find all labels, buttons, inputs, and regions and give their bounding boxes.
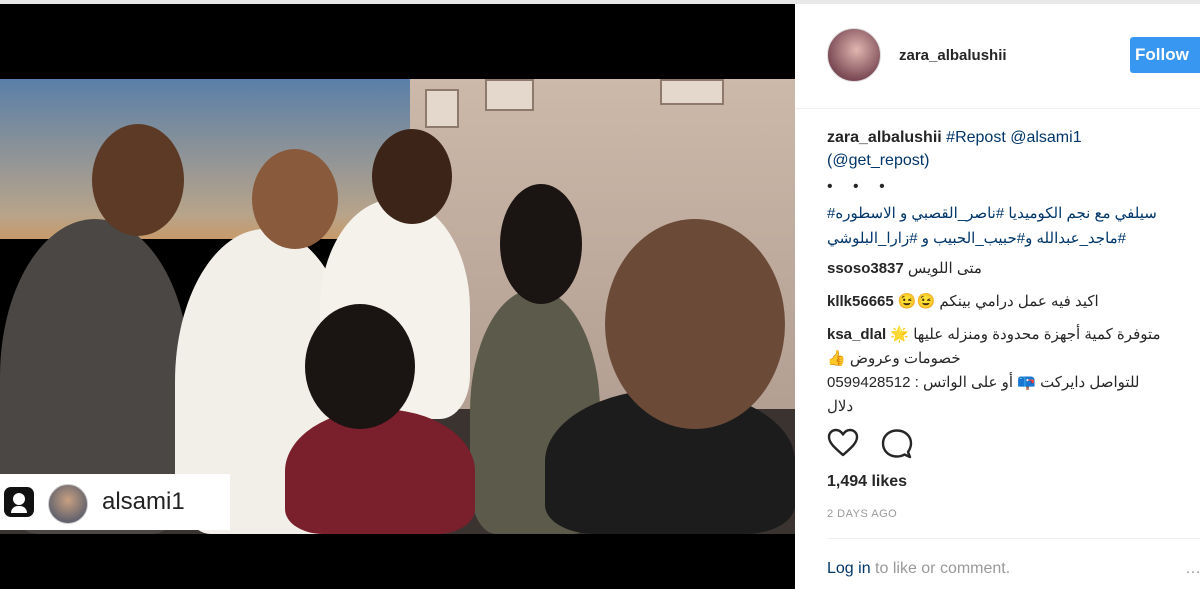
comment-text: اكيد فيه عمل درامي بينكم 😉😉 xyxy=(897,293,1099,310)
post-photo xyxy=(0,79,795,534)
comment-row: ssoso3837 متى اللويس xyxy=(827,258,1177,280)
caption-dots: • • • xyxy=(827,178,893,195)
user-square-icon xyxy=(4,487,34,517)
post-username[interactable]: zara_albalushii xyxy=(899,47,1007,64)
caption: zara_albalushii #Repost @alsami1 (@get_r… xyxy=(827,126,1177,172)
comment-text: للتواصل دايركت 📪 أو على الواتس : 0599428… xyxy=(827,374,1140,391)
comment-row: ksa_dlal متوفرة كمية أجهزة محدودة ومنزله… xyxy=(827,324,1177,346)
avatar[interactable] xyxy=(827,28,881,82)
heart-icon[interactable] xyxy=(827,428,859,458)
repost-username: alsami1 xyxy=(102,488,185,515)
comment-username[interactable]: ssoso3837 xyxy=(827,260,904,277)
more-options-icon[interactable]: … xyxy=(1185,560,1200,578)
comment-text: دلال xyxy=(827,398,854,415)
post-timestamp[interactable]: 2 DAYS AGO xyxy=(827,508,897,520)
divider xyxy=(827,538,1200,539)
comment-text: متى اللويس xyxy=(907,260,982,277)
post-photo-panel[interactable]: alsami1 xyxy=(0,4,795,589)
follow-button[interactable]: Follow xyxy=(1130,37,1200,73)
comment-row: kllk56665 اكيد فيه عمل درامي بينكم 😉😉 xyxy=(827,291,1177,313)
post-header: zara_albalushii Follow xyxy=(795,4,1200,109)
comment-username[interactable]: ksa_dlal xyxy=(827,326,886,343)
caption-username[interactable]: zara_albalushii xyxy=(827,129,942,146)
likes-count[interactable]: 1,494 likes xyxy=(827,473,907,491)
login-prompt-text: to like or comment. xyxy=(870,560,1011,577)
comment-icon[interactable] xyxy=(881,428,913,460)
login-prompt: Log in to like or comment. xyxy=(827,560,1010,578)
caption-tags[interactable]: #Repost @alsami1 xyxy=(946,129,1081,146)
post-actions xyxy=(827,428,1177,460)
caption-arabic-line1: سيلفي مع نجم الكوميديا #ناصر_القصبي و ال… xyxy=(827,205,1157,222)
comment-text: متوفرة كمية أجهزة محدودة ومنزله عليها 🌟 xyxy=(890,326,1161,343)
person-5 xyxy=(285,409,475,534)
repost-attribution: alsami1 xyxy=(0,474,230,530)
login-link[interactable]: Log in xyxy=(827,560,871,577)
comment-text: خصومات وعروض 👍 xyxy=(827,350,961,367)
repost-avatar xyxy=(48,484,88,524)
caption-get-repost[interactable]: (@get_repost) xyxy=(827,152,930,169)
comment-username[interactable]: kllk56665 xyxy=(827,293,894,310)
post-sidebar: zara_albalushii Follow zara_albalushii #… xyxy=(795,4,1200,589)
caption-arabic-line2: #ماجد_عبدالله و#حبيب_الحبيب و #زارا_البل… xyxy=(827,230,1127,247)
